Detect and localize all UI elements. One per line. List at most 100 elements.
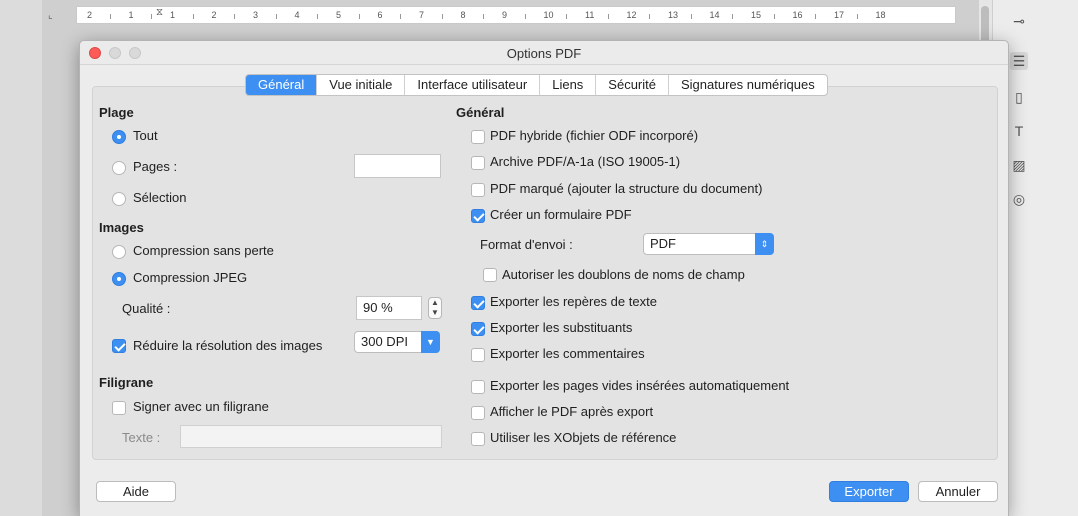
allow-duplicates-label: Autoriser les doublons de noms de champ xyxy=(502,267,745,282)
ruler-tick xyxy=(358,14,360,19)
properties-icon[interactable]: ⊸ xyxy=(1010,12,1028,30)
ruler-number: 5 xyxy=(336,10,342,20)
radio-lossless-label: Compression sans perte xyxy=(133,243,274,258)
app-background-left xyxy=(0,0,42,516)
quality-label: Qualité : xyxy=(122,301,171,316)
radio-jpeg[interactable] xyxy=(112,272,126,286)
radio-selection[interactable] xyxy=(112,192,126,206)
tab-links[interactable]: Liens xyxy=(540,75,597,95)
export-bookmarks-checkbox[interactable] xyxy=(471,296,485,310)
ruler-number: 6 xyxy=(377,10,383,20)
radio-all-label: Tout xyxy=(133,128,158,143)
ruler-number: 17 xyxy=(834,10,845,20)
general-heading: Général xyxy=(456,105,505,120)
export-comments-checkbox[interactable] xyxy=(471,348,485,362)
export-placeholders-checkbox[interactable] xyxy=(471,322,485,336)
general-panel: Plage Tout Pages : Sélection Images Comp… xyxy=(92,86,998,460)
tab-bar: Général Vue initiale Interface utilisate… xyxy=(245,74,828,96)
ruler-tick xyxy=(815,14,817,19)
radio-all[interactable] xyxy=(112,130,126,144)
radio-pages[interactable] xyxy=(112,161,126,175)
ruler-number: 14 xyxy=(709,10,720,20)
ruler-number: 7 xyxy=(419,10,425,20)
watermark-checkbox[interactable] xyxy=(112,401,126,415)
use-xobjects-label: Utiliser les XObjets de référence xyxy=(490,430,677,445)
pdfa-checkbox[interactable] xyxy=(471,156,485,170)
ruler-number: 9 xyxy=(502,10,508,20)
reduce-resolution-checkbox[interactable] xyxy=(112,339,126,353)
gallery-icon[interactable]: ▨ xyxy=(1010,156,1028,174)
create-form-label: Créer un formulaire PDF xyxy=(490,207,632,222)
tab-security[interactable]: Sécurité xyxy=(596,75,669,95)
ruler-tick xyxy=(109,14,111,19)
export-placeholders-label: Exporter les substituants xyxy=(490,320,633,335)
export-bookmarks-label: Exporter les repères de texte xyxy=(490,294,657,309)
submit-format-select[interactable]: PDF ⇕ xyxy=(643,233,774,255)
ruler-number: 2 xyxy=(87,10,93,20)
export-blank-pages-checkbox[interactable] xyxy=(471,380,485,394)
export-button[interactable]: Exporter xyxy=(829,481,909,502)
tagged-pdf-label: PDF marqué (ajouter la structure du docu… xyxy=(490,181,763,196)
radio-selection-label: Sélection xyxy=(133,190,187,205)
help-button[interactable]: Aide xyxy=(96,481,176,502)
submit-format-value: PDF xyxy=(650,236,676,251)
page-icon[interactable]: ▯ xyxy=(1010,88,1028,106)
indent-marker-icon[interactable]: ⧖ xyxy=(156,7,163,18)
quality-stepper[interactable]: ▲ ▼ xyxy=(428,297,442,319)
ruler-number: 1 xyxy=(170,10,176,20)
tab-user-interface[interactable]: Interface utilisateur xyxy=(405,75,541,95)
pages-input[interactable] xyxy=(354,154,441,178)
ruler-number: 2 xyxy=(211,10,217,20)
create-form-checkbox[interactable] xyxy=(471,209,485,223)
ruler-tick xyxy=(856,14,858,19)
view-after-export-checkbox[interactable] xyxy=(471,406,485,420)
dialog-title: Options PDF xyxy=(506,46,582,61)
cancel-button[interactable]: Annuler xyxy=(918,481,998,502)
ruler-tick xyxy=(690,14,692,19)
watermark-text-input[interactable] xyxy=(180,425,442,448)
tagged-pdf-checkbox[interactable] xyxy=(471,183,485,197)
reduce-resolution-label: Réduire la résolution des images xyxy=(133,338,323,353)
radio-pages-label: Pages : xyxy=(133,159,178,174)
view-after-export-label: Afficher le PDF après export xyxy=(490,404,654,419)
use-xobjects-checkbox[interactable] xyxy=(471,432,485,446)
export-blank-pages-label: Exporter les pages vides insérées automa… xyxy=(490,378,790,393)
tab-stop-icon[interactable]: ⌞ xyxy=(48,10,53,21)
watermark-checkbox-label: Signer avec un filigrane xyxy=(133,399,269,414)
text-icon[interactable]: T xyxy=(1010,122,1028,140)
ruler-tick xyxy=(234,14,236,19)
horizontal-ruler[interactable]: 2 1 1 2 3 4 5 6 7 8 9 10 11 12 13 14 15 16 17 18 ⧖ xyxy=(76,6,956,24)
allow-duplicates-checkbox[interactable] xyxy=(483,268,497,282)
radio-lossless[interactable] xyxy=(112,245,126,259)
ruler-number: 10 xyxy=(543,10,554,20)
watermark-heading: Filigrane xyxy=(99,375,154,390)
ruler-tick xyxy=(192,14,194,19)
ruler-number: 13 xyxy=(668,10,679,20)
export-comments-label: Exporter les commentaires xyxy=(490,346,645,361)
dpi-select[interactable]: 300 DPI ▼ xyxy=(354,331,440,353)
ruler-number: 3 xyxy=(253,10,259,20)
ruler-number: 11 xyxy=(585,10,595,20)
tab-digital-signatures[interactable]: Signatures numériques xyxy=(669,75,827,95)
ruler-number: 4 xyxy=(294,10,300,20)
ruler-number: 8 xyxy=(460,10,466,20)
ruler-tick xyxy=(151,14,153,19)
quality-input[interactable]: 90 % xyxy=(356,296,422,320)
styles-icon[interactable]: ☰ xyxy=(1010,52,1028,70)
ruler-tick xyxy=(441,14,443,19)
watermark-text-label: Texte : xyxy=(122,430,161,445)
tab-general[interactable]: Général xyxy=(246,75,318,95)
submit-format-label: Format d'envoi : xyxy=(480,237,573,252)
ruler-tick xyxy=(607,14,609,19)
ruler-tick xyxy=(400,14,402,19)
ruler-number: 15 xyxy=(751,10,762,20)
ruler-tick xyxy=(275,14,277,19)
ruler-tick xyxy=(566,14,568,19)
hybrid-pdf-checkbox[interactable] xyxy=(471,130,485,144)
range-heading: Plage xyxy=(99,105,134,120)
navigator-icon[interactable]: ◎ xyxy=(1010,190,1028,208)
ruler-tick xyxy=(649,14,651,19)
ruler-number: 1 xyxy=(128,10,134,20)
pdfa-label: Archive PDF/A-1a (ISO 19005-1) xyxy=(490,154,681,169)
tab-initial-view[interactable]: Vue initiale xyxy=(317,75,406,95)
